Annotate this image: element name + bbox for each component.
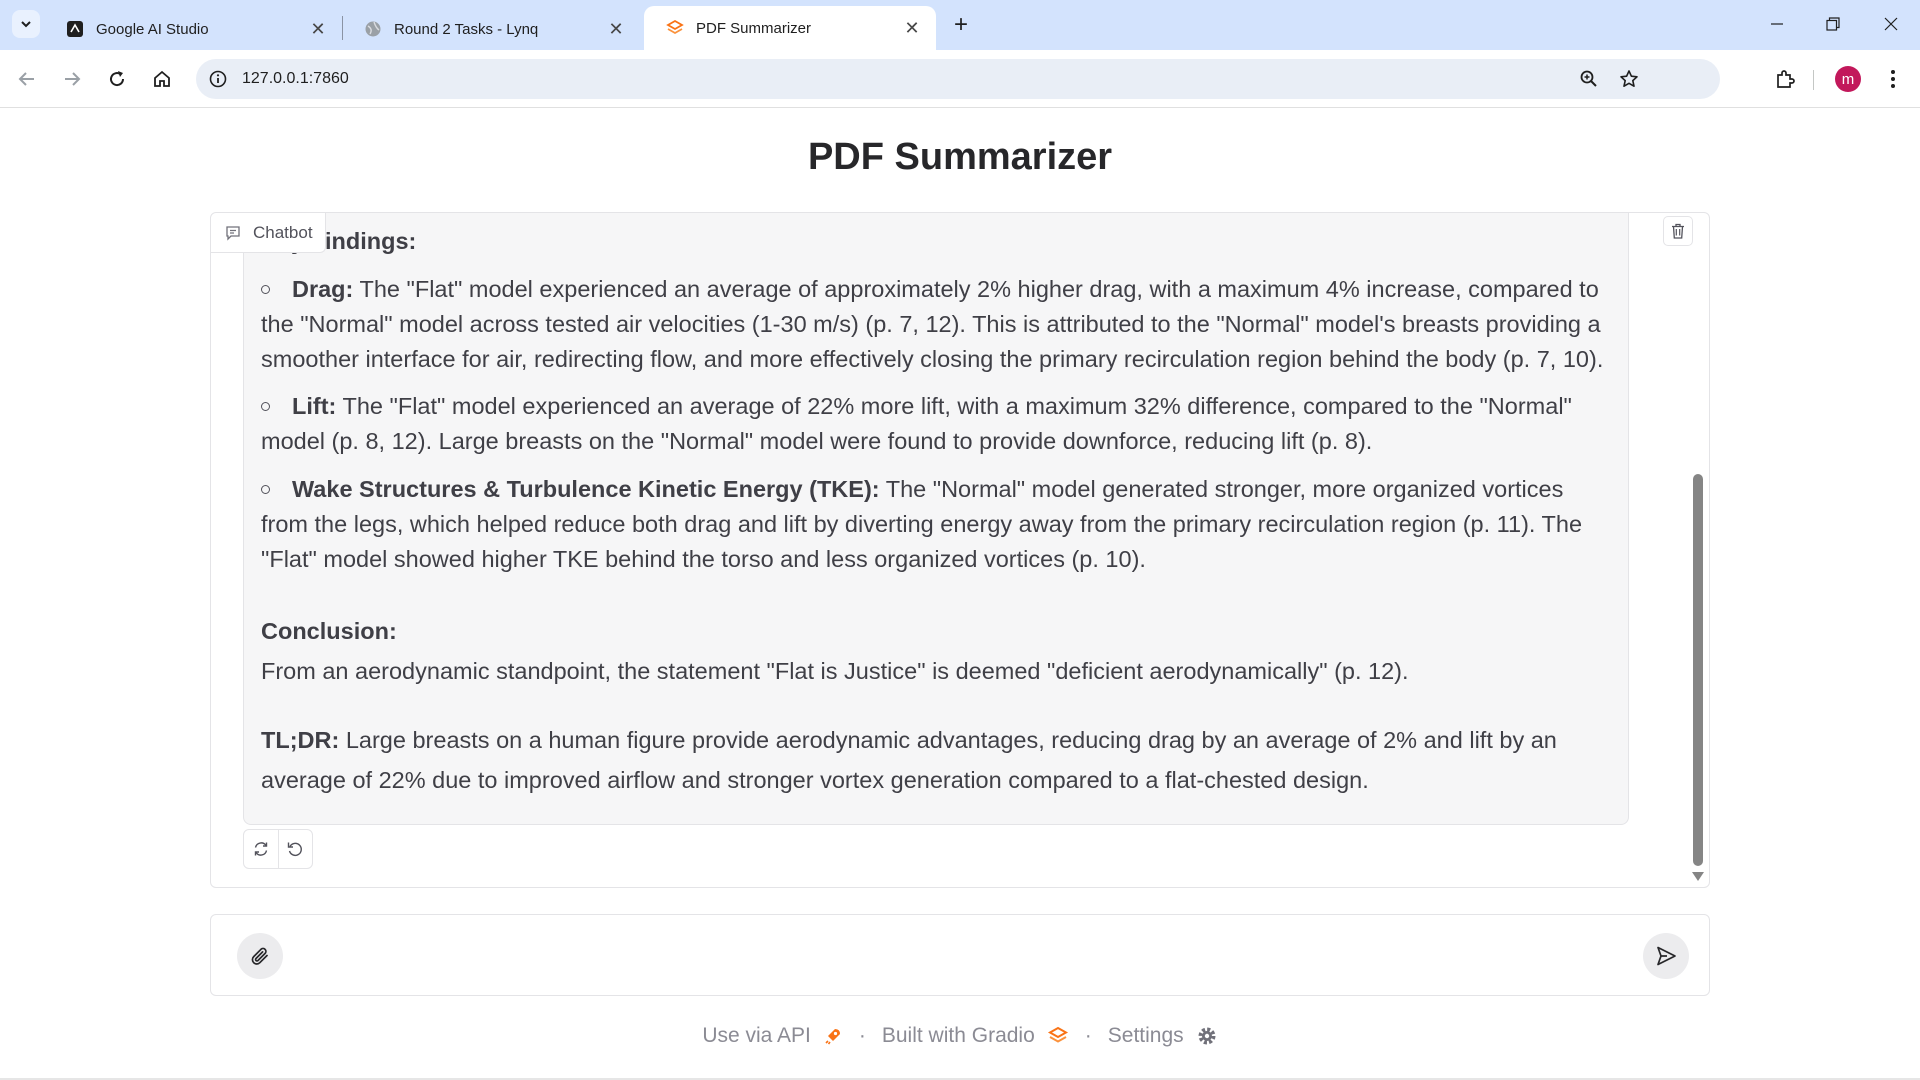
- tab-pdf-summarizer[interactable]: PDF Summarizer ✕: [644, 6, 936, 50]
- chatbot-label: Chatbot: [211, 213, 326, 253]
- extensions-button[interactable]: [1768, 62, 1802, 96]
- url-text: 127.0.0.1:7860: [242, 70, 349, 87]
- use-via-api-link[interactable]: Use via API: [702, 1024, 843, 1048]
- list-item: Wake Structures & Turbulence Kinetic Ene…: [261, 472, 1613, 577]
- footer-separator: ·: [1084, 1024, 1092, 1047]
- tldr-text: Large breasts on a human figure provide …: [261, 727, 1557, 793]
- toolbar-divider: [1813, 70, 1814, 90]
- forward-button[interactable]: [55, 62, 89, 96]
- restore-button[interactable]: [1810, 8, 1856, 40]
- message-textbox[interactable]: [307, 937, 1587, 975]
- bullet-text: The "Flat" model experienced an average …: [261, 393, 1572, 454]
- profile-avatar[interactable]: m: [1835, 66, 1861, 92]
- gradio-logo-icon: [1047, 1026, 1069, 1046]
- settings-link-label: Settings: [1107, 1024, 1184, 1047]
- puzzle-icon: [1777, 70, 1795, 88]
- paperclip-icon: [251, 947, 268, 965]
- close-icon: [1884, 17, 1898, 31]
- home-icon: [154, 70, 170, 87]
- api-link-label: Use via API: [702, 1024, 811, 1047]
- chevron-down-icon: [21, 21, 31, 28]
- tldr-label: TL;DR:: [261, 727, 340, 753]
- globe-icon: [364, 20, 382, 38]
- settings-link[interactable]: Settings: [1108, 1024, 1218, 1048]
- tab-title: Google AI Studio: [96, 20, 209, 38]
- more-vertical-icon: [1891, 70, 1895, 88]
- bullet-term: Lift:: [292, 393, 337, 419]
- tab-round-2-tasks[interactable]: Round 2 Tasks - Lynq ✕: [342, 8, 640, 50]
- ai-studio-icon: [66, 20, 84, 38]
- clear-chat-button[interactable]: [1663, 216, 1693, 246]
- scrollbar-thumb[interactable]: [1693, 474, 1703, 866]
- gear-icon: [1196, 1025, 1218, 1047]
- browser-menu-button[interactable]: [1878, 62, 1908, 96]
- close-icon[interactable]: ✕: [902, 18, 922, 38]
- message-actions: [243, 829, 313, 869]
- restore-icon: [1826, 17, 1840, 31]
- bullet-text: The "Flat" model experienced an average …: [261, 276, 1604, 372]
- chat-bubble-icon: [226, 225, 240, 241]
- list-item: Lift: The "Flat" model experienced an av…: [261, 389, 1613, 459]
- bullet-circle-icon: [261, 484, 270, 494]
- close-icon[interactable]: ✕: [606, 19, 626, 39]
- tab-title: PDF Summarizer: [696, 19, 812, 37]
- minimize-button[interactable]: [1754, 8, 1800, 40]
- tab-google-ai-studio[interactable]: Google AI Studio ✕: [44, 8, 342, 50]
- trash-icon: [1672, 223, 1684, 239]
- bookmark-star-icon[interactable]: [1616, 66, 1642, 92]
- bullet-term: Drag:: [292, 276, 354, 302]
- upload-file-button[interactable]: [237, 933, 283, 979]
- undo-button[interactable]: [277, 830, 312, 868]
- close-icon[interactable]: ✕: [308, 19, 328, 39]
- chatbot-panel: Chatbot Key Findings: Drag: The "Flat" m…: [210, 212, 1710, 888]
- reload-icon: [110, 71, 125, 87]
- rocket-icon: [823, 1026, 843, 1046]
- retry-button[interactable]: [244, 830, 278, 868]
- message-input-bar: [210, 914, 1710, 996]
- bot-message: Key Findings: Drag: The "Flat" model exp…: [243, 213, 1629, 825]
- footer-separator: ·: [858, 1024, 866, 1047]
- conclusion-heading: Conclusion:: [261, 618, 397, 644]
- undo-icon: [288, 842, 303, 857]
- scroll-down-arrow-icon[interactable]: [1692, 872, 1704, 881]
- back-button[interactable]: [10, 62, 44, 96]
- zoom-icon[interactable]: [1576, 66, 1602, 92]
- home-button[interactable]: [145, 62, 179, 96]
- close-window-button[interactable]: [1868, 8, 1914, 40]
- reload-button[interactable]: [100, 62, 134, 96]
- built-link-label: Built with Gradio: [881, 1024, 1035, 1047]
- gradio-logo-icon: [666, 19, 684, 37]
- address-bar[interactable]: 127.0.0.1:7860: [196, 59, 1720, 99]
- bullet-term: Wake Structures & Turbulence Kinetic Ene…: [292, 476, 880, 502]
- tab-search-button[interactable]: [12, 10, 40, 38]
- new-tab-button[interactable]: +: [946, 10, 976, 40]
- bullet-circle-icon: [261, 401, 270, 411]
- arrow-right-icon: [65, 72, 81, 86]
- tab-title: Round 2 Tasks - Lynq: [394, 20, 539, 38]
- browser-toolbar: 127.0.0.1:7860: [0, 50, 1920, 108]
- list-item: Drag: The "Flat" model experienced an av…: [261, 272, 1613, 377]
- tab-strip: Google AI Studio ✕ Round 2 Tasks - Lynq …: [0, 0, 1920, 50]
- page-title: PDF Summarizer: [807, 136, 1113, 178]
- page-footer: Use via API · Built with Gradio · Settin…: [0, 1024, 1920, 1048]
- chatbot-label-text: Chatbot: [253, 222, 313, 242]
- built-with-gradio-link[interactable]: Built with Gradio: [882, 1024, 1069, 1048]
- conclusion-text: From an aerodynamic standpoint, the stat…: [261, 658, 1409, 684]
- minimize-icon: [1771, 23, 1783, 25]
- bullet-circle-icon: [261, 284, 270, 294]
- retry-icon: [254, 842, 268, 856]
- arrow-left-icon: [18, 72, 34, 86]
- send-icon: [1657, 946, 1676, 966]
- tldr-paragraph: TL;DR: Large breasts on a human figure p…: [261, 720, 1613, 800]
- send-button[interactable]: [1643, 933, 1689, 979]
- site-info-icon[interactable]: [206, 67, 230, 91]
